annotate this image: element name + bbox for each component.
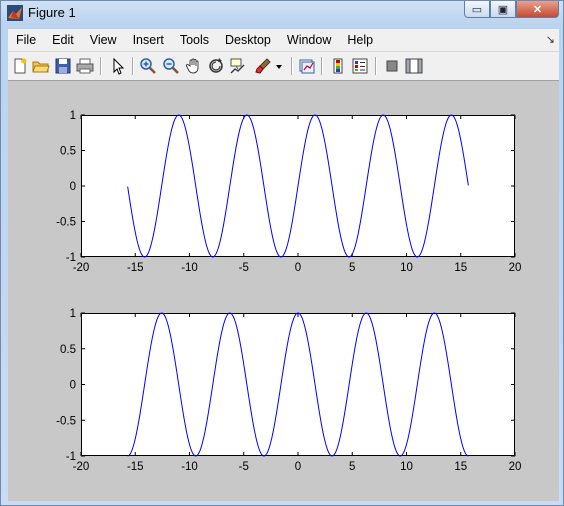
data-cursor-icon[interactable] bbox=[229, 57, 247, 75]
bottom-ytick-label: 1 bbox=[70, 308, 76, 320]
minimize-button[interactable]: ▭ bbox=[464, 1, 490, 18]
top-series-line[interactable] bbox=[127, 114, 469, 258]
bottom-xtick-label: 20 bbox=[509, 461, 522, 473]
bottom-xtick-label: 5 bbox=[349, 461, 355, 473]
menu-view[interactable]: View bbox=[82, 33, 125, 47]
toolbar-separator bbox=[321, 57, 323, 75]
zoom-in-icon[interactable] bbox=[139, 57, 157, 75]
menu-edit[interactable]: Edit bbox=[44, 33, 82, 47]
top-xtick-label: -15 bbox=[127, 262, 144, 274]
save-icon[interactable] bbox=[54, 57, 72, 75]
figure-toolbar bbox=[8, 52, 559, 81]
bottom-ytick-label: 0 bbox=[70, 380, 76, 392]
top-ytick-label: -1 bbox=[66, 252, 76, 264]
brush-icon[interactable] bbox=[254, 57, 272, 75]
open-file-icon[interactable] bbox=[32, 57, 50, 75]
bottom-ytick-label: -0.5 bbox=[56, 415, 76, 427]
menu-overflow-arrow-icon[interactable]: ↘ bbox=[546, 33, 555, 46]
rotate-3d-icon[interactable] bbox=[207, 57, 225, 75]
bottom-xtick-label: 10 bbox=[400, 461, 413, 473]
bottom-xtick-label: -5 bbox=[239, 461, 249, 473]
menu-bar: File Edit View Insert Tools Desktop Wind… bbox=[8, 29, 559, 52]
bottom-ytick-label: 0.5 bbox=[60, 344, 76, 356]
top-xtick-label: -10 bbox=[181, 262, 198, 274]
toolbar-separator bbox=[100, 57, 102, 75]
menu-tools[interactable]: Tools bbox=[172, 33, 217, 47]
bottom-xtick-label: 15 bbox=[454, 461, 467, 473]
top-ytick-label: 0 bbox=[70, 181, 76, 193]
menu-help[interactable]: Help bbox=[339, 33, 381, 47]
show-plot-tools-icon[interactable] bbox=[405, 57, 423, 75]
figure-window: Figure 1 ▭ ▣ ✕ File Edit View Insert Too… bbox=[0, 0, 564, 506]
zoom-out-icon[interactable] bbox=[162, 57, 180, 75]
bottom-xtick-label: 0 bbox=[295, 461, 301, 473]
toolbar-separator bbox=[132, 57, 134, 75]
top-xtick-label: 15 bbox=[454, 262, 467, 274]
plot-layer: -20 -15 -10 -5 0 5 10 15 2010.50-0.5-1-20 -15 -10-… bbox=[56, 110, 522, 473]
pan-hand-icon[interactable] bbox=[185, 57, 203, 75]
bottom-ytick-label: -1 bbox=[66, 451, 76, 463]
top-xtick-label: 5 bbox=[349, 262, 355, 274]
bottom-series-line[interactable] bbox=[127, 312, 469, 457]
brush-dropdown-icon[interactable] bbox=[274, 57, 284, 75]
print-icon[interactable] bbox=[76, 57, 94, 75]
top-xtick-label: -5 bbox=[239, 262, 249, 274]
edit-plot-arrow-icon[interactable] bbox=[109, 57, 127, 75]
maximize-button[interactable]: ▣ bbox=[490, 1, 516, 18]
bottom-xtick-label: -10 bbox=[181, 461, 198, 473]
menu-file[interactable]: File bbox=[8, 33, 44, 47]
top-ytick-label: 0.5 bbox=[60, 146, 76, 158]
matlab-logo-icon bbox=[7, 5, 23, 21]
minimize-icon: ▭ bbox=[471, 3, 483, 16]
hide-plot-tools-icon[interactable] bbox=[383, 57, 401, 75]
bottom-xtick-label: -15 bbox=[127, 461, 144, 473]
toolbar-separator bbox=[375, 57, 377, 75]
insert-legend-icon[interactable] bbox=[351, 57, 369, 75]
menu-insert[interactable]: Insert bbox=[125, 33, 172, 47]
menu-window[interactable]: Window bbox=[279, 33, 339, 47]
toolbar-separator bbox=[291, 57, 293, 75]
top-xtick-label: 0 bbox=[295, 262, 301, 274]
insert-colorbar-icon[interactable] bbox=[329, 57, 347, 75]
menu-desktop[interactable]: Desktop bbox=[217, 33, 279, 47]
link-plot-icon[interactable] bbox=[298, 57, 316, 75]
close-button[interactable]: ✕ bbox=[516, 1, 559, 18]
close-icon: ✕ bbox=[532, 3, 543, 16]
top-xtick-label: 10 bbox=[400, 262, 413, 274]
window-title: Figure 1 bbox=[28, 5, 76, 20]
top-ytick-label: -0.5 bbox=[56, 217, 76, 229]
top-ytick-label: 1 bbox=[70, 110, 76, 122]
new-figure-icon[interactable] bbox=[11, 57, 29, 75]
title-bar[interactable]: Figure 1 ▭ ▣ ✕ bbox=[1, 1, 563, 25]
figure-canvas[interactable]: -20 -15 -10 -5 0 5 10 15 20 1 0.5 0 -0.5 -1 -20 -15 -10-… bbox=[8, 81, 559, 501]
window-controls: ▭ ▣ ✕ bbox=[464, 1, 559, 19]
top-xtick-label: 20 bbox=[509, 262, 522, 274]
maximize-icon: ▣ bbox=[497, 3, 509, 16]
